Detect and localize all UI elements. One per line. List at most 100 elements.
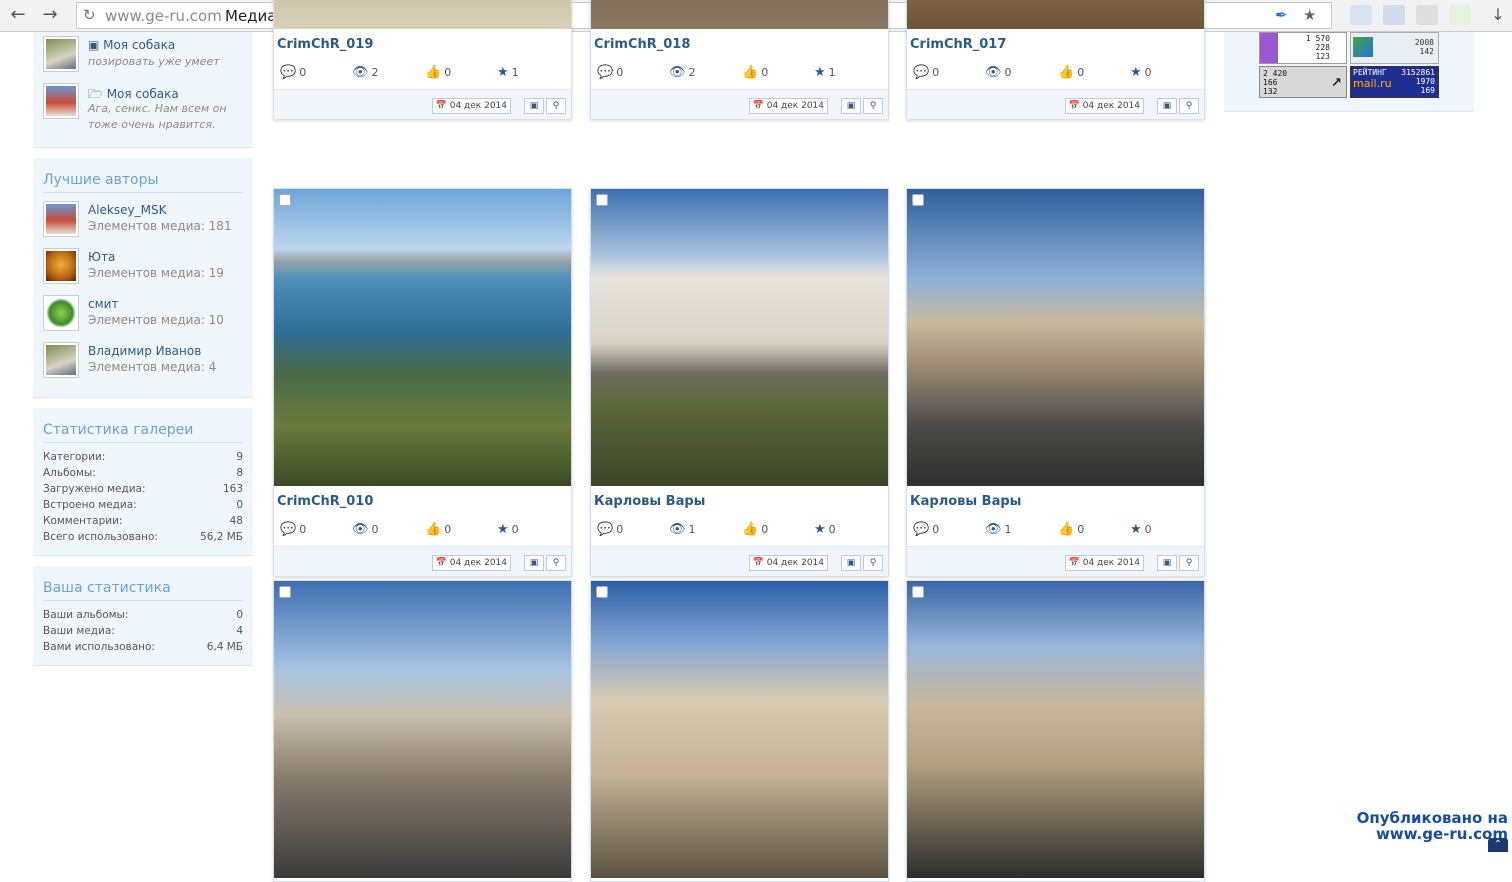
top-value: 142: [1419, 47, 1434, 56]
select-checkbox[interactable]: [596, 586, 608, 598]
media-title[interactable]: Карловы Вары: [910, 494, 1021, 509]
shield-icon[interactable]: [1449, 5, 1471, 25]
calendar-icon: 📅: [752, 101, 764, 111]
recent-item[interactable]: 🗁 Моя собака Ага, сенкс. Нам всем он тож…: [43, 81, 243, 137]
media-card[interactable]: [590, 580, 889, 882]
scroll-up-icon[interactable]: ⌃: [1488, 838, 1508, 852]
author-count: Элементов медиа: 4: [88, 360, 217, 374]
mailru-counter[interactable]: РЕЙТИНГ mail.ru 3152861 1970 169: [1350, 66, 1439, 98]
media-thumbnail[interactable]: [907, 189, 1204, 486]
image-icon[interactable]: ▣: [524, 555, 544, 571]
media-thumbnail[interactable]: [274, 581, 571, 878]
image-icon[interactable]: ▣: [841, 555, 861, 571]
download-icon[interactable]: ↓: [1486, 4, 1510, 26]
media-thumbnail[interactable]: [274, 189, 571, 486]
avatar[interactable]: [43, 295, 79, 331]
stat-value: 9: [236, 451, 243, 463]
zoom-icon[interactable]: ⚲: [1179, 98, 1199, 114]
back-icon[interactable]: ←: [6, 4, 30, 26]
date-button[interactable]: 📅 04 дек 2014: [1064, 555, 1144, 571]
date-button[interactable]: 📅 04 дек 2014: [1064, 98, 1144, 114]
select-checkbox[interactable]: [596, 194, 608, 206]
zoom-icon[interactable]: ⚲: [863, 98, 883, 114]
media-card[interactable]: CrimChR_018 💬 0 👁 2 👍 0 ★ 1 📅 04 дек 2014 ▣ …: [590, 0, 889, 119]
author-name[interactable]: Владимир Иванов: [88, 344, 201, 358]
author-row[interactable]: смит Элементов медиа: 10: [43, 293, 243, 340]
media-card[interactable]: Карловы Вары 💬 0 👁 1 👍 0 ★ 0 📅 04 дек 2014 ▣…: [906, 188, 1205, 576]
media-thumbnail[interactable]: [591, 189, 888, 486]
liveinternet-counter[interactable]: 1 570 228 123: [1259, 32, 1347, 64]
recent-item-title[interactable]: Моя собака: [103, 38, 175, 52]
recent-item-title[interactable]: Моя собака: [107, 87, 179, 101]
media-card[interactable]: CrimChR_019 💬 0 👁 2 👍 0 ★ 1 📅 04 дек 2014 ▣ …: [273, 0, 572, 119]
recent-item[interactable]: ▣ Моя собака позировать уже умеет: [43, 34, 243, 81]
author-row[interactable]: Aleksey_MSK Элементов медиа: 181: [43, 199, 243, 246]
media-title[interactable]: Карловы Вары: [594, 494, 705, 509]
recent-item-subtitle: Ага, сенкс. Нам всем он тоже очень нрави…: [88, 102, 227, 131]
zoom-icon[interactable]: ⚲: [863, 555, 883, 571]
avatar[interactable]: [43, 201, 79, 237]
author-name[interactable]: Aleksey_MSK: [88, 203, 166, 217]
select-checkbox[interactable]: [912, 586, 924, 598]
date-button[interactable]: 📅 04 дек 2014: [431, 555, 511, 571]
media-thumbnail[interactable]: [591, 0, 888, 29]
mini-counter[interactable]: 2 420 166 132 ↗: [1259, 66, 1347, 98]
pen-icon[interactable]: ✒: [1275, 6, 1288, 24]
eye-icon: 👁: [985, 65, 1002, 80]
view-count: 0: [1004, 66, 1012, 79]
zoom-icon[interactable]: ⚲: [1179, 555, 1199, 571]
media-thumbnail[interactable]: [907, 0, 1204, 29]
author-row[interactable]: Владимир Иванов Элементов медиа: 4: [43, 340, 243, 387]
media-thumbnail[interactable]: [907, 581, 1204, 878]
page-content: ▣ Моя собака позировать уже умеет 🗁 Моя …: [0, 0, 1512, 882]
like-count: 0: [444, 523, 452, 536]
media-title[interactable]: CrimChR_018: [594, 37, 690, 52]
author-row[interactable]: Юта Элементов медиа: 19: [43, 246, 243, 293]
view-count: 1: [1004, 523, 1012, 536]
zoom-icon[interactable]: ⚲: [546, 555, 566, 571]
media-card[interactable]: [906, 580, 1205, 882]
select-checkbox[interactable]: [279, 586, 291, 598]
star-icon[interactable]: ★: [1303, 6, 1316, 24]
media-card[interactable]: [273, 580, 572, 882]
rating-count: 0: [1144, 66, 1152, 79]
avatar[interactable]: [43, 248, 79, 284]
media-thumbnail[interactable]: [591, 581, 888, 878]
date-button[interactable]: 📅 04 дек 2014: [748, 555, 828, 571]
cloud-icon[interactable]: [1350, 5, 1372, 25]
forward-icon[interactable]: →: [38, 4, 62, 26]
stat-value: 163: [222, 483, 243, 495]
image-icon[interactable]: ▣: [841, 98, 861, 114]
comment-count: 0: [616, 523, 624, 536]
reload-icon[interactable]: ↻: [83, 6, 96, 24]
media-card[interactable]: CrimChR_017 💬 0 👁 0 👍 0 ★ 0 📅 04 дек 2014 ▣ …: [906, 0, 1205, 119]
media-title[interactable]: CrimChR_017: [910, 37, 1006, 52]
image-icon[interactable]: ▣: [524, 98, 544, 114]
select-checkbox[interactable]: [912, 194, 924, 206]
media-stats: 💬 0 👁 0 👍 0 ★ 0: [913, 65, 1203, 81]
author-name[interactable]: смит: [88, 297, 118, 311]
media-title[interactable]: CrimChR_010: [277, 494, 373, 509]
eye-icon: 👁: [352, 65, 369, 80]
mail-icon[interactable]: [1383, 5, 1405, 25]
date-button[interactable]: 📅 04 дек 2014: [748, 98, 828, 114]
select-checkbox[interactable]: [279, 194, 291, 206]
media-card[interactable]: CrimChR_010 💬 0 👁 0 👍 0 ★ 0 📅 04 дек 2014 ▣ …: [273, 188, 572, 576]
zoom-icon[interactable]: ⚲: [546, 98, 566, 114]
avatar[interactable]: [43, 36, 79, 72]
puzzle-icon[interactable]: [1416, 5, 1438, 25]
top-counter[interactable]: 2008 142: [1350, 32, 1439, 64]
image-icon[interactable]: ▣: [1157, 98, 1177, 114]
avatar[interactable]: [43, 342, 79, 378]
thumbs-up-icon: 👍: [425, 522, 442, 537]
avatar[interactable]: [43, 83, 79, 119]
image-icon[interactable]: ▣: [1157, 555, 1177, 571]
date-button[interactable]: 📅 04 дек 2014: [431, 98, 511, 114]
comment-icon: 💬: [913, 522, 930, 537]
media-title[interactable]: CrimChR_019: [277, 37, 373, 52]
media-thumbnail[interactable]: [274, 0, 571, 29]
media-card[interactable]: Карловы Вары 💬 0 👁 1 👍 0 ★ 0 📅 04 дек 2014 ▣…: [590, 188, 889, 576]
author-name[interactable]: Юта: [88, 250, 115, 264]
stat-label: Ваши медиа:: [43, 625, 115, 637]
stat-label: Ваши альбомы:: [43, 609, 129, 621]
